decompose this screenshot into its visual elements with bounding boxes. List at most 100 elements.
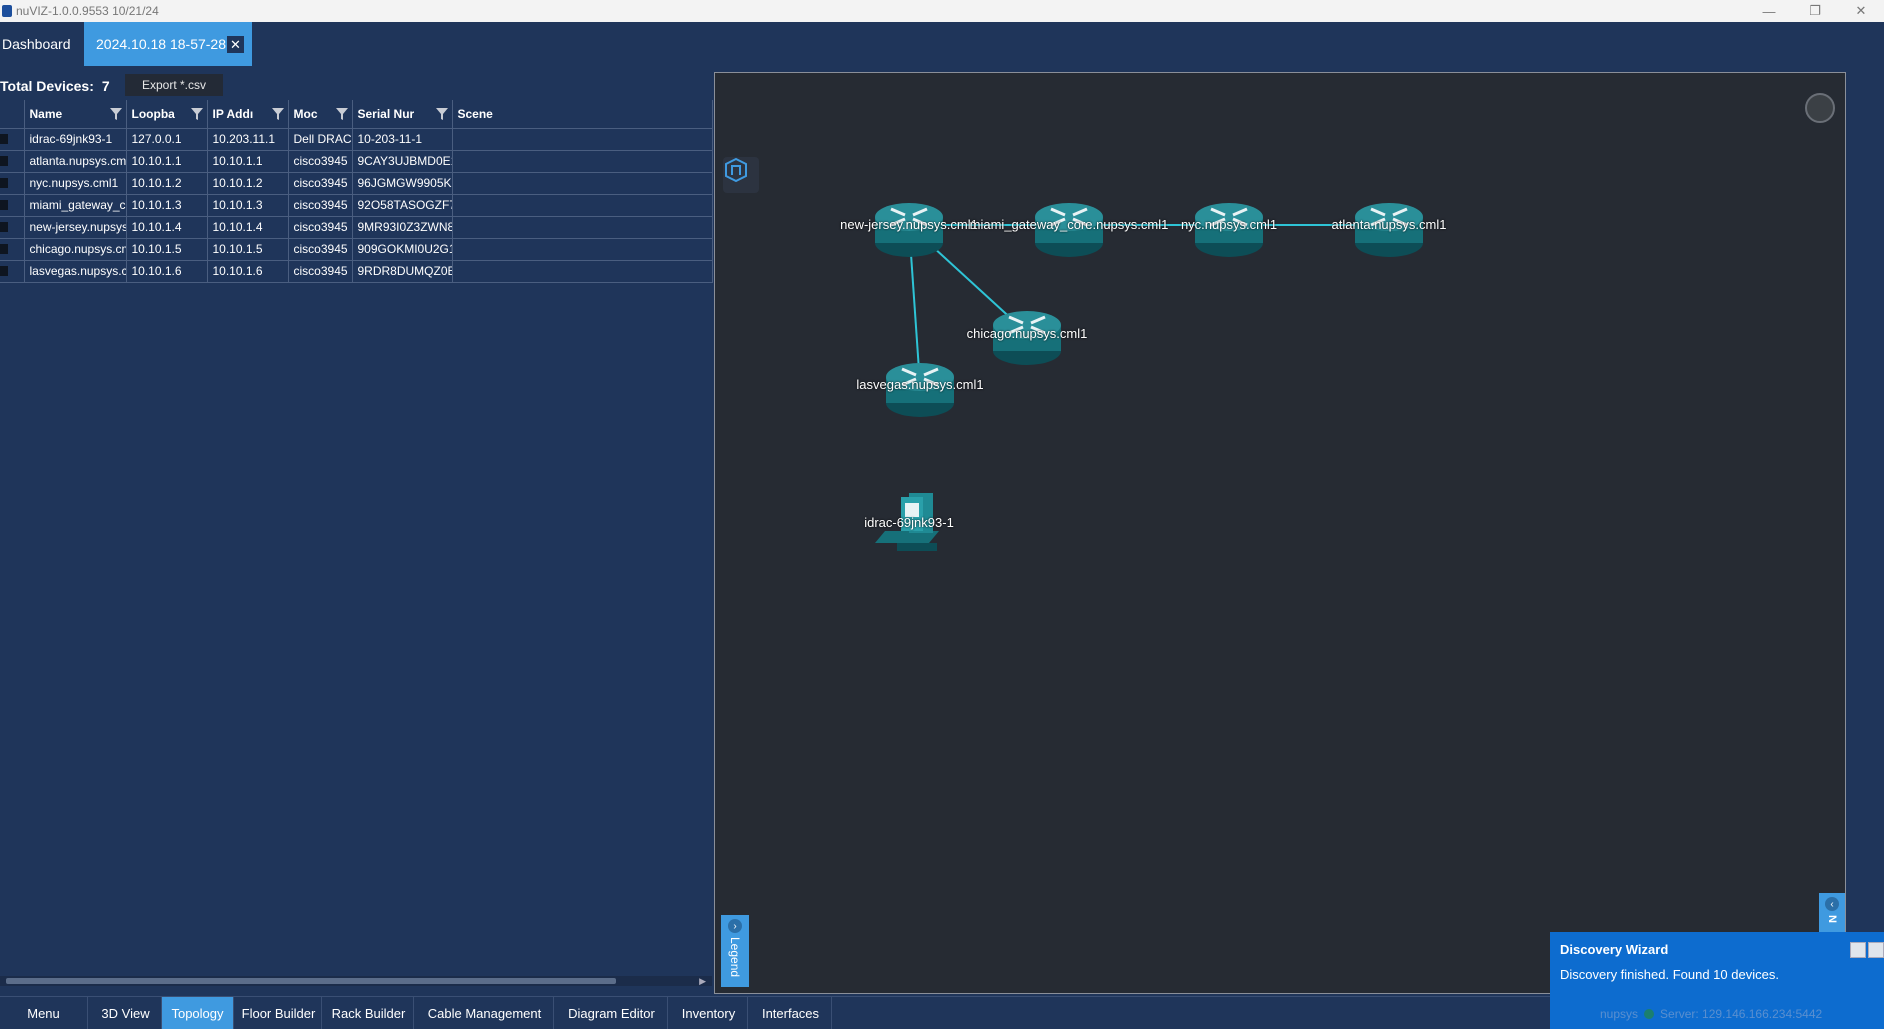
discovery-notification[interactable]: Discovery Wizard Discovery finished. Fou…	[1550, 932, 1884, 1029]
table-cell: lasvegas.nupsys.cr	[24, 260, 127, 283]
column-header[interactable]: Scene	[452, 100, 713, 129]
table-cell: 10.10.1.2	[207, 172, 289, 195]
status-bar: nupsys Server: 129.146.166.234:5442	[1600, 1007, 1822, 1021]
close-tab-icon[interactable]: ✕	[227, 36, 244, 53]
notification-pin-icon[interactable]	[1850, 942, 1866, 958]
node-label: lasvegas.nupsys.cml1	[856, 377, 984, 392]
table-cell: cisco3945	[288, 260, 353, 283]
table-cell: 10.10.1.4	[207, 216, 289, 239]
topology-canvas[interactable]: new-jersey.nupsys.cml1 miami_gateway_core…	[714, 72, 1846, 994]
row-checkbox[interactable]	[0, 200, 8, 210]
column-header-label: IP Addı	[212, 106, 254, 121]
table-row[interactable]: chicago.nupsys.cm 10.10.1.5 10.10.1.5 cisco…	[0, 238, 713, 261]
table-cell	[452, 216, 713, 239]
table-cell: atlanta.nupsys.cm	[24, 150, 127, 173]
legend-button[interactable]: › Legend	[721, 915, 749, 987]
row-checkbox-cell[interactable]	[0, 172, 25, 195]
export-csv-button[interactable]: Export *.csv	[125, 74, 223, 96]
row-checkbox-cell[interactable]	[0, 150, 25, 173]
table-row[interactable]: miami_gateway_cc 10.10.1.3 10.10.1.3 cisco3…	[0, 194, 713, 217]
status-user: nupsys	[1600, 1007, 1639, 1021]
table-cell: 10.10.1.2	[126, 172, 208, 195]
column-header[interactable]: Moc	[288, 100, 353, 129]
column-header-label: Serial Nur	[357, 106, 415, 121]
filter-icon[interactable]	[335, 108, 348, 120]
bottom-tab[interactable]: Interfaces	[750, 997, 832, 1029]
row-checkbox[interactable]	[0, 156, 8, 166]
row-checkbox-cell[interactable]	[0, 260, 25, 283]
minimize-icon[interactable]: —	[1746, 0, 1792, 22]
overview-toggle-button[interactable]	[1805, 93, 1835, 123]
table-cell: 10.10.1.5	[207, 238, 289, 261]
table-cell	[452, 194, 713, 217]
table-cell: miami_gateway_cc	[24, 194, 127, 217]
table-cell: 9MR93I0Z3ZWN8	[352, 216, 453, 239]
filter-icon[interactable]	[435, 108, 448, 120]
row-checkbox-cell[interactable]	[0, 128, 25, 151]
notification-close-icon[interactable]	[1868, 942, 1884, 958]
header-checkbox-cell	[0, 100, 25, 129]
tab-session[interactable]: 2024.10.18 18-57-28 ✕	[84, 22, 252, 66]
total-devices-label: Total Devices:	[0, 78, 94, 94]
row-checkbox-cell[interactable]	[0, 216, 25, 239]
filter-icon[interactable]	[271, 108, 284, 120]
row-checkbox[interactable]	[0, 244, 8, 254]
bottom-tab[interactable]: Menu	[0, 997, 88, 1029]
column-header[interactable]: Serial Nur	[352, 100, 453, 129]
row-checkbox[interactable]	[0, 266, 8, 276]
column-header-label: Scene	[457, 106, 493, 121]
table-cell: 10.10.1.1	[126, 150, 208, 173]
restore-icon[interactable]: ❐	[1792, 0, 1838, 22]
table-cell	[452, 150, 713, 173]
horizontal-scrollbar[interactable]: ▶	[0, 976, 712, 986]
node-label: idrac-69jnk93-1	[864, 515, 954, 530]
filter-icon[interactable]	[109, 108, 122, 120]
table-cell: chicago.nupsys.cm	[24, 238, 127, 261]
row-checkbox[interactable]	[0, 134, 8, 144]
table-row[interactable]: lasvegas.nupsys.cr 10.10.1.6 10.10.1.6 cisc…	[0, 260, 713, 283]
table-row[interactable]: atlanta.nupsys.cm 10.10.1.1 10.10.1.1 cisco…	[0, 150, 713, 173]
table-cell: 10.203.11.1	[207, 128, 289, 151]
scroll-right-icon[interactable]: ▶	[699, 976, 706, 987]
bottom-tab[interactable]: Cable Management	[416, 997, 554, 1029]
bottom-tab[interactable]: Inventory	[670, 997, 748, 1029]
row-checkbox[interactable]	[0, 178, 8, 188]
app-logo-icon	[2, 5, 12, 17]
table-cell: Dell DRAC	[288, 128, 353, 151]
table-row[interactable]: idrac-69jnk93-1 127.0.0.1 10.203.11.1 Dell …	[0, 128, 713, 151]
device-table-body: idrac-69jnk93-1 127.0.0.1 10.203.11.1 Dell …	[0, 128, 713, 283]
bottom-tab[interactable]: Floor Builder	[236, 997, 322, 1029]
node-label: atlanta.nupsys.cml1	[1331, 217, 1447, 232]
table-cell: 10.10.1.4	[126, 216, 208, 239]
table-cell: idrac-69jnk93-1	[24, 128, 127, 151]
bottom-tab[interactable]: 3D View	[90, 997, 162, 1029]
table-cell: 10.10.1.5	[126, 238, 208, 261]
table-cell: 9CAY3UJBMD0E1	[352, 150, 453, 173]
column-header[interactable]: IP Addı	[207, 100, 289, 129]
filter-icon[interactable]	[190, 108, 203, 120]
bottom-tab[interactable]: Diagram Editor	[556, 997, 668, 1029]
bottom-tab[interactable]: Topology	[162, 997, 234, 1029]
scrollbar-thumb[interactable]	[6, 978, 616, 984]
table-cell	[452, 260, 713, 283]
table-row[interactable]: new-jersey.nupsys 10.10.1.4 10.10.1.4 cisco…	[0, 216, 713, 239]
bottom-tab[interactable]: Rack Builder	[324, 997, 414, 1029]
table-cell: 10.10.1.6	[207, 260, 289, 283]
nuviz-logo-icon[interactable]	[723, 157, 759, 193]
tab-dashboard[interactable]: Dashboard	[0, 22, 82, 66]
row-checkbox-cell[interactable]	[0, 194, 25, 217]
close-window-icon[interactable]: ✕	[1838, 0, 1884, 22]
table-cell	[452, 238, 713, 261]
row-checkbox[interactable]	[0, 222, 8, 232]
table-cell	[452, 128, 713, 151]
row-checkbox-cell[interactable]	[0, 238, 25, 261]
table-cell: cisco3945	[288, 238, 353, 261]
table-cell: 92O58TASOGZF7I	[352, 194, 453, 217]
column-header[interactable]: Name	[24, 100, 127, 129]
column-header[interactable]: Loopba	[126, 100, 208, 129]
node-label: chicago.nupsys.cml1	[966, 326, 1088, 341]
node-label: new-jersey.nupsys.cml1	[840, 217, 978, 232]
total-devices-count: 7	[101, 78, 110, 94]
table-row[interactable]: nyc.nupsys.cml1 10.10.1.2 10.10.1.2 cisco39…	[0, 172, 713, 195]
tab-strip: Dashboard 2024.10.18 18-57-28 ✕	[0, 22, 1884, 68]
